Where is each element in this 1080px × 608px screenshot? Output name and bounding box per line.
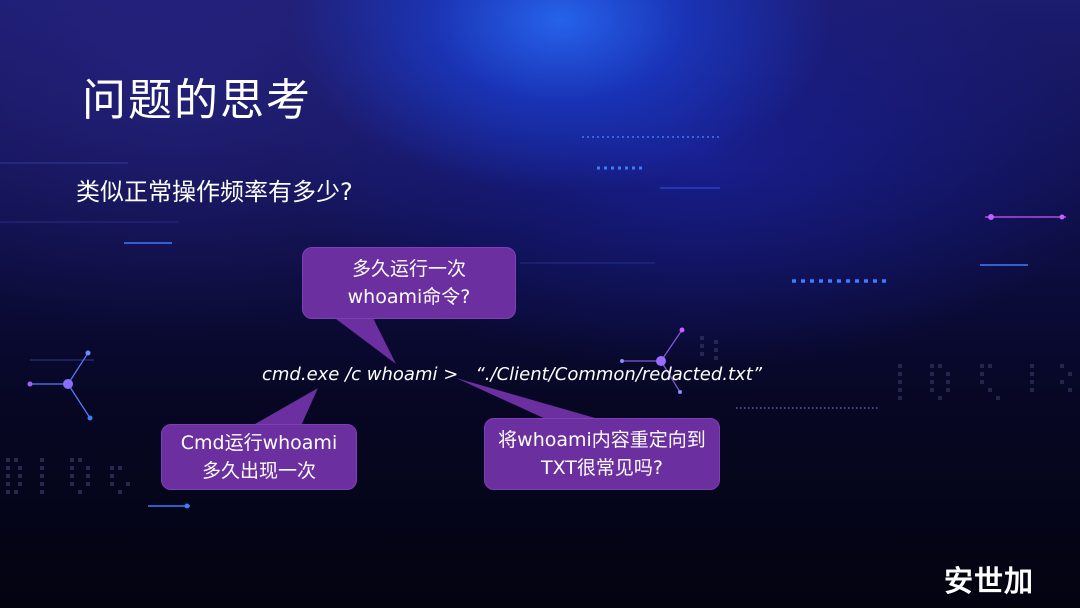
callout-cmd-whoami-line2: 多久出现一次 — [201, 460, 316, 482]
callout-tail-top — [332, 316, 396, 364]
slide: 问题的思考 类似正常操作频率有多少? cmd.exe /c whoami > “… — [0, 0, 1080, 608]
command-text: cmd.exe /c whoami > “./Client/Common/red… — [262, 364, 763, 385]
callout-cmd-whoami: Cmd运行whoami 多久出现一次 — [161, 424, 357, 490]
callout-run-frequency-line2: whoami命令? — [347, 286, 471, 308]
page-subtitle: 类似正常操作频率有多少? — [76, 178, 353, 206]
callout-redirect-txt-line2: TXT很常见吗? — [541, 457, 663, 479]
callout-run-frequency-line1: 多久运行一次 — [351, 258, 466, 280]
brand-logo: 安世加 — [944, 564, 1035, 598]
callout-run-frequency: 多久运行一次 whoami命令? — [302, 247, 516, 319]
page-title: 问题的思考 — [82, 75, 312, 126]
callout-redirect-txt: 将whoami内容重定向到 TXT很常见吗? — [484, 418, 720, 490]
callout-cmd-whoami-line1: Cmd运行whoami — [180, 432, 338, 454]
callout-redirect-txt-line1: 将whoami内容重定向到 — [498, 429, 706, 451]
callout-tail-bottom-left — [248, 388, 318, 428]
